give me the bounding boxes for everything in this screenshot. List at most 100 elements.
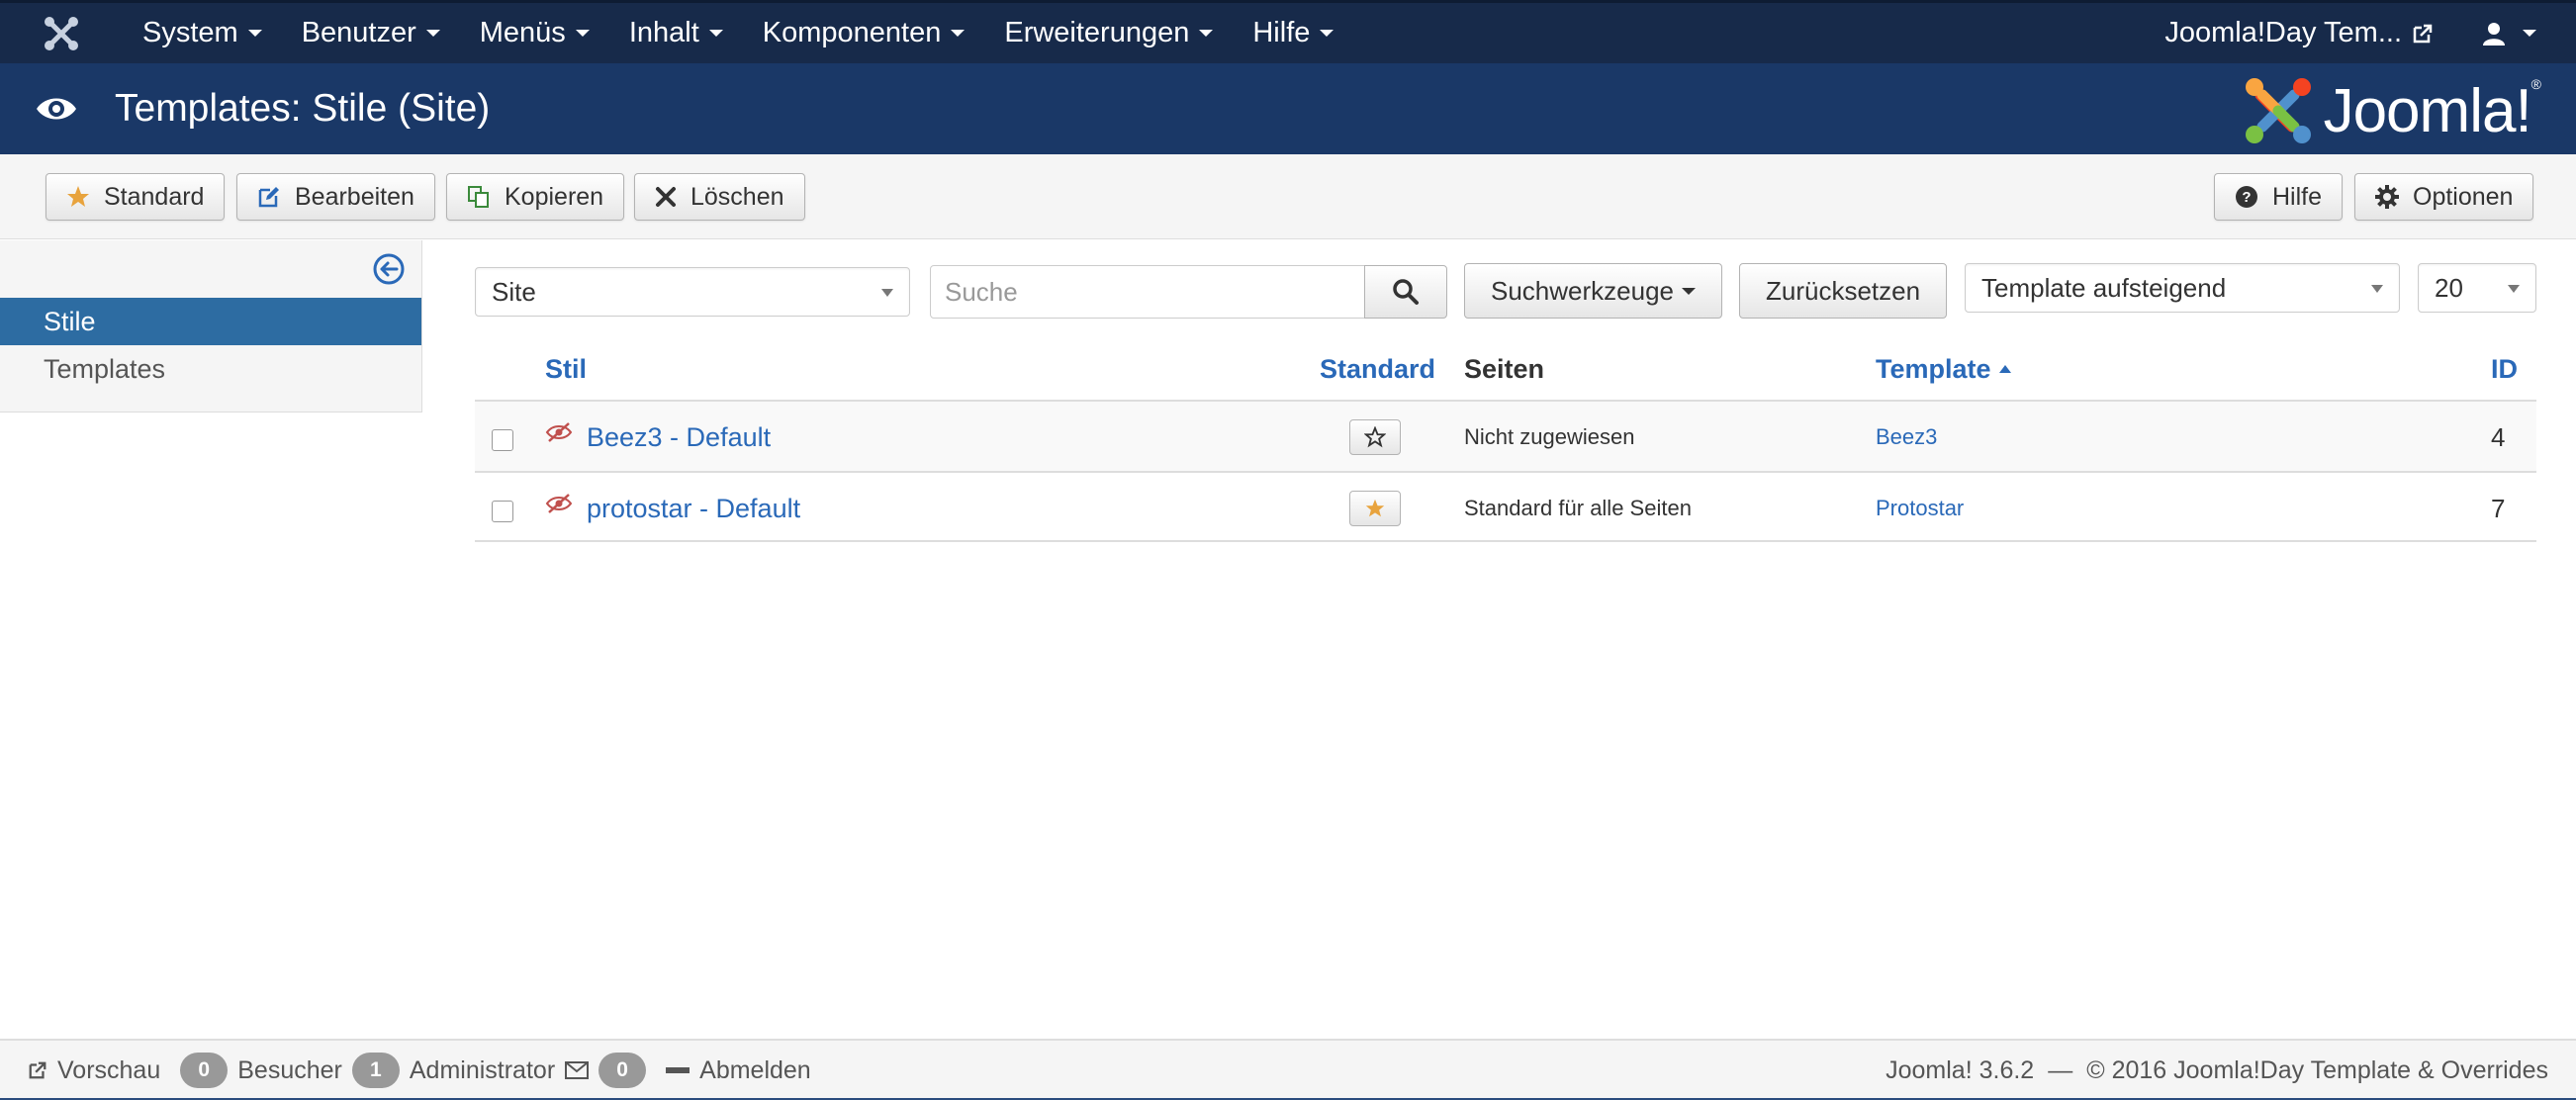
menu-label: Menüs — [479, 17, 566, 48]
version-text: Joomla! 3.6.2 — [1886, 1055, 2035, 1084]
copy-button[interactable]: Kopieren — [446, 173, 625, 221]
menu-users[interactable]: Benutzer — [282, 2, 460, 65]
style-cell: Beez3 - Default — [545, 402, 771, 473]
copy-button-label: Kopieren — [505, 182, 604, 211]
star-icon — [67, 186, 89, 207]
row-checkbox[interactable] — [492, 501, 513, 522]
caret-down-icon — [2523, 30, 2536, 37]
template-link[interactable]: Protostar — [1876, 496, 1964, 521]
row-checkbox-cell — [492, 402, 513, 473]
top-navbar: System Benutzer Menüs Inhalt Komponenten… — [0, 0, 2576, 63]
menu-content[interactable]: Inhalt — [609, 2, 743, 65]
arrow-left-circle-icon[interactable] — [372, 252, 406, 291]
edit-icon — [258, 187, 279, 208]
column-header-label: Template — [1876, 353, 1991, 384]
search-tools-label: Suchwerkzeuge — [1491, 275, 1674, 306]
joomla-brand-text: Joomla!® — [2323, 75, 2541, 146]
column-header-template[interactable]: Template — [1876, 338, 2013, 400]
brand-name: Joomla! — [2323, 76, 2532, 145]
page-title: Templates: Stile (Site) — [115, 87, 491, 130]
style-link[interactable]: Beez3 - Default — [587, 422, 771, 453]
template-cell: Protostar — [1876, 473, 1964, 544]
logout-link[interactable]: Abmelden — [666, 1056, 811, 1085]
brand-registered-mark: ® — [2530, 75, 2541, 92]
menu-help[interactable]: Hilfe — [1233, 2, 1353, 65]
reset-button[interactable]: Zurücksetzen — [1739, 263, 1948, 319]
client-select[interactable]: Site — [475, 267, 910, 317]
toolbar: Standard Bearbeiten Kopieren Löschen ? H… — [0, 154, 2576, 239]
reset-button-label: Zurücksetzen — [1766, 275, 1921, 306]
search-icon — [1393, 279, 1419, 305]
default-cell — [1349, 473, 1401, 544]
footer-info: Joomla! 3.6.2 — © 2016 Joomla!Day Templa… — [1886, 1041, 2548, 1100]
caret-down-icon — [1199, 30, 1214, 37]
ordering-select[interactable]: Template aufsteigend — [1965, 263, 2400, 313]
caret-down-icon — [708, 30, 723, 37]
column-header-pages: Seiten — [1464, 338, 1544, 400]
menu-menus[interactable]: Menüs — [460, 2, 609, 65]
delete-button-label: Löschen — [690, 182, 784, 211]
caret-down-icon — [575, 30, 590, 37]
messages-status[interactable]: 0 — [565, 1053, 656, 1088]
edit-button-label: Bearbeiten — [295, 182, 414, 211]
table-row: Beez3 - Default Nicht zugewiesen Beez3 4 — [475, 400, 2536, 471]
user-menu[interactable] — [2457, 21, 2576, 46]
page-header: Templates: Stile (Site) Joomla!® — [0, 63, 2576, 154]
row-checkbox[interactable] — [492, 429, 513, 451]
style-link[interactable]: protostar - Default — [587, 494, 800, 524]
sidebar-item-templates[interactable]: Templates — [0, 345, 421, 393]
navbar-right: Joomla!Day Tem... — [2141, 2, 2576, 65]
template-cell: Beez3 — [1876, 402, 1937, 473]
table-row: protostar - Default Standard für alle Se… — [475, 471, 2536, 542]
search-button[interactable] — [1364, 265, 1447, 319]
admins-status: 1 Administrator — [351, 1053, 555, 1088]
client-select-value: Site — [492, 276, 536, 307]
options-button-label: Optionen — [2413, 182, 2514, 211]
default-cell — [1349, 402, 1401, 473]
preview-link[interactable]: Vorschau — [28, 1056, 160, 1085]
limit-select[interactable]: 20 — [2418, 263, 2536, 313]
search-tools-button[interactable]: Suchwerkzeuge — [1464, 263, 1722, 319]
search-input[interactable] — [930, 265, 1365, 319]
default-star-button[interactable] — [1349, 491, 1401, 526]
help-button[interactable]: ? Hilfe — [2214, 173, 2344, 221]
column-header-style[interactable]: Stil — [545, 338, 587, 400]
minus-icon — [666, 1067, 690, 1073]
pages-cell: Nicht zugewiesen — [1464, 402, 1634, 473]
visitors-label: Besucher — [237, 1055, 342, 1084]
edit-button[interactable]: Bearbeiten — [236, 173, 435, 221]
star-outline-icon — [1364, 426, 1386, 448]
options-button[interactable]: Optionen — [2354, 173, 2534, 221]
id-cell: 4 — [2491, 402, 2505, 473]
column-header-id[interactable]: ID — [2491, 338, 2518, 400]
pages-cell: Standard für alle Seiten — [1464, 473, 1692, 544]
column-header-default[interactable]: Standard — [1320, 338, 1435, 400]
sidebar-item-styles[interactable]: Stile — [0, 298, 421, 345]
sidebar: Stile Templates — [0, 240, 422, 412]
set-default-button[interactable] — [1349, 419, 1401, 455]
menu-components[interactable]: Komponenten — [743, 2, 985, 65]
joomla-logo: Joomla!® — [2241, 73, 2541, 148]
caret-down-icon — [425, 30, 440, 37]
template-link[interactable]: Beez3 — [1876, 424, 1937, 450]
menu-label: Benutzer — [301, 17, 416, 48]
standard-button[interactable]: Standard — [46, 173, 226, 221]
id-cell: 7 — [2491, 473, 2505, 544]
site-link[interactable]: Joomla!Day Tem... — [2141, 17, 2457, 49]
menu-system[interactable]: System — [123, 2, 282, 65]
pages-text: Nicht zugewiesen — [1464, 424, 1635, 449]
select-arrow-icon — [2508, 285, 2520, 293]
external-link-icon — [29, 1061, 46, 1079]
mail-icon — [565, 1061, 590, 1079]
eye-slash-icon — [545, 494, 573, 513]
menu-extensions[interactable]: Erweiterungen — [984, 2, 1233, 65]
status-footer: Vorschau 0 Besucher 1 Administrator 0 Ab… — [0, 1039, 2576, 1100]
copyright-text: © 2016 Joomla!Day Template & Overrides — [2086, 1055, 2548, 1084]
close-icon — [656, 187, 676, 207]
joomla-icon[interactable] — [0, 2, 123, 65]
external-link-icon — [2413, 24, 2433, 43]
delete-button[interactable]: Löschen — [634, 173, 805, 221]
column-header-label: Standard — [1320, 353, 1436, 384]
caret-down-icon — [1682, 287, 1696, 295]
admins-badge: 1 — [351, 1053, 400, 1088]
